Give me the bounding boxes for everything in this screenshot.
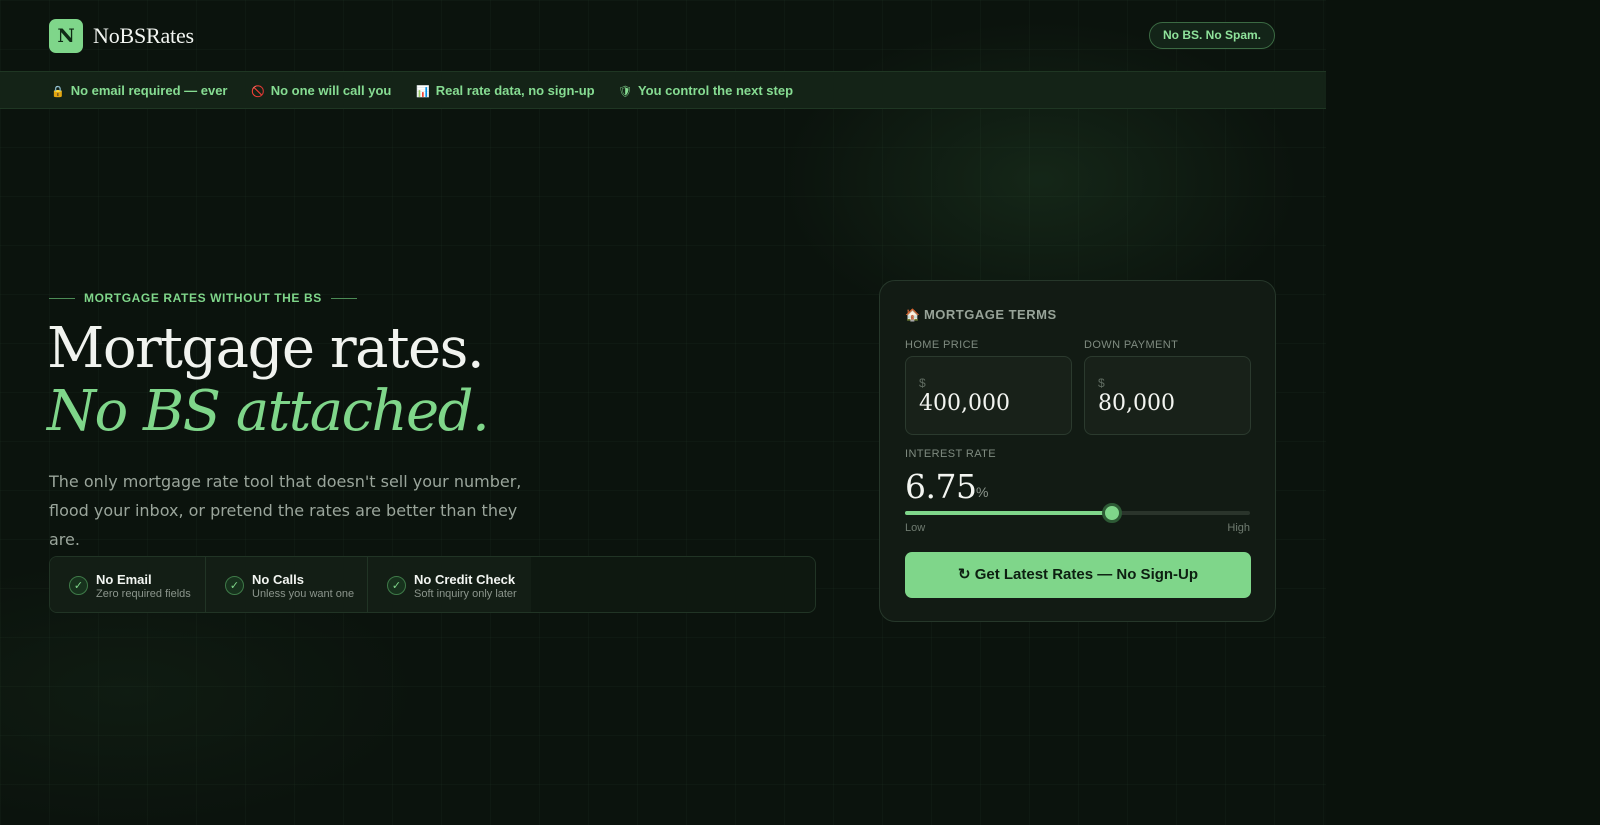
interest-rate-slider[interactable] (905, 503, 1250, 523)
logo-icon[interactable]: N (49, 19, 83, 53)
home-price-input[interactable]: $ 400,000 (905, 356, 1072, 435)
interest-rate-label: INTEREST RATE (905, 448, 996, 460)
right-margin (1326, 0, 1600, 825)
trust-item-label: No one will call you (270, 83, 392, 98)
feature-no-calls: ✓ No Calls Unless you want one (206, 557, 368, 612)
currency-symbol: $ (919, 376, 926, 390)
slider-fill (905, 511, 1112, 515)
interest-rate-unit: % (976, 484, 989, 500)
feature-title: No Credit Check (414, 572, 516, 587)
bar-chart-icon: 📊 (416, 86, 430, 98)
get-rates-button[interactable]: ↻ Get Latest Rates — No Sign-Up (905, 552, 1251, 598)
check-icon: ✓ (225, 576, 244, 595)
slider-thumb[interactable] (1102, 503, 1122, 523)
get-rates-label: Get Latest Rates — No Sign-Up (974, 566, 1199, 583)
feature-strip: ✓ No Email Zero required fields ✓ No Cal… (49, 556, 816, 613)
site-header: N NoBSRates No BS. No Spam. (49, 19, 1275, 53)
eyebrow-text: MORTGAGE RATES WITHOUT THE BS (84, 291, 322, 305)
no-entry-icon: 🚫 (251, 86, 265, 98)
hero-title-line1: Mortgage rates. (47, 316, 485, 381)
trust-item-control: 🛡 You control the next step (618, 72, 793, 110)
shield-icon: 🛡 (618, 86, 632, 98)
card-title-text: MORTGAGE TERMS (923, 307, 1057, 322)
interest-rate-value: 6.75 (905, 467, 977, 506)
feature-subtitle: Zero required fields (96, 588, 191, 600)
hero-title-line2: No BS attached. (47, 379, 490, 444)
house-icon: 🏠 (905, 308, 920, 322)
trust-item-label: You control the next step (637, 83, 794, 98)
feature-no-credit-check: ✓ No Credit Check Soft inquiry only late… (368, 557, 531, 612)
check-icon: ✓ (69, 576, 88, 595)
eyebrow-rule-right (330, 297, 357, 299)
feature-subtitle: Unless you want one (252, 588, 355, 600)
lock-icon: 🔒 (51, 86, 65, 98)
feature-no-email: ✓ No Email Zero required fields (50, 557, 206, 612)
hero-description: The only mortgage rate tool that doesn't… (49, 472, 522, 549)
trust-bar: 🔒 No email required — ever 🚫 No one will c… (0, 71, 1326, 109)
trust-item-label: Real rate data, no sign-up (435, 83, 595, 98)
trust-item-no-email: 🔒 No email required — ever (51, 72, 227, 110)
feature-title: No Calls (252, 572, 305, 587)
card-title: 🏠 MORTGAGE TERMS (905, 307, 1057, 322)
refresh-icon: ↻ (957, 566, 971, 583)
eyebrow-rule-left (49, 297, 75, 299)
slider-high-label: High (1227, 522, 1250, 534)
brand-name[interactable]: NoBSRates (93, 23, 194, 49)
home-price-value[interactable]: 400,000 (919, 391, 1010, 416)
down-payment-value[interactable]: 80,000 (1098, 391, 1175, 416)
down-payment-label: DOWN PAYMENT (1084, 339, 1179, 351)
feature-title: No Email (96, 572, 152, 587)
header-badge: No BS. No Spam. (1148, 22, 1275, 49)
feature-subtitle: Soft inquiry only later (414, 588, 517, 600)
hero-eyebrow: MORTGAGE RATES WITHOUT THE BS (49, 290, 357, 306)
trust-item-no-calls: 🚫 No one will call you (251, 72, 391, 110)
check-icon: ✓ (387, 576, 406, 595)
down-payment-input[interactable]: $ 80,000 (1084, 356, 1251, 435)
currency-symbol: $ (1098, 376, 1105, 390)
trust-item-real-data: 📊 Real rate data, no sign-up (416, 72, 595, 110)
home-price-label: HOME PRICE (905, 339, 979, 351)
trust-item-label: No email required — ever (70, 83, 228, 98)
slider-low-label: Low (905, 522, 926, 534)
mortgage-terms-card: 🏠 MORTGAGE TERMS HOME PRICE $ 400,000 DOW… (879, 280, 1276, 622)
